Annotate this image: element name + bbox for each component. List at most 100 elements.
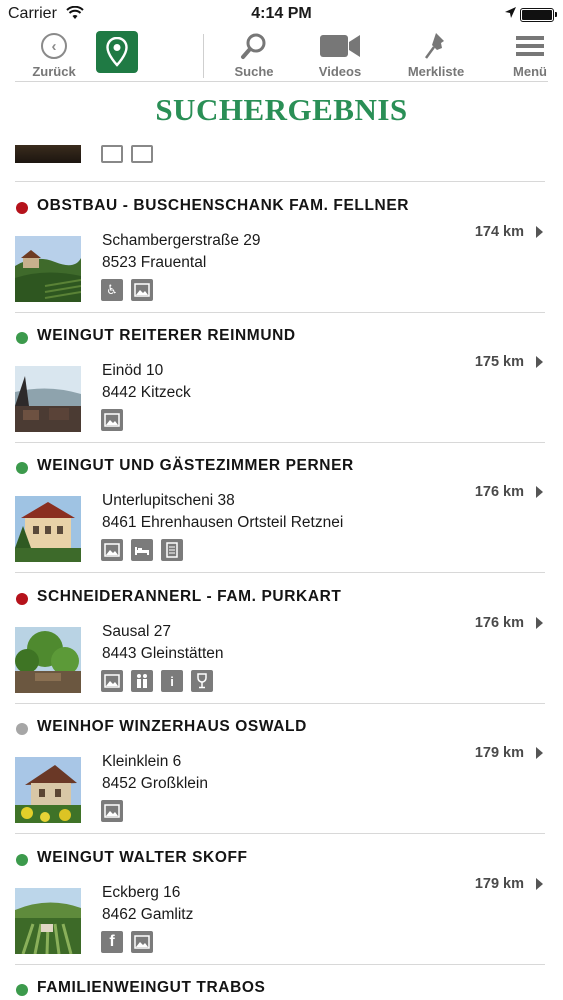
search-label: Suche — [234, 64, 274, 79]
videos-button[interactable]: Videos — [309, 30, 371, 82]
feature-icons: f — [101, 931, 153, 953]
list-item[interactable]: OBSTBAU - BUSCHENSCHANK FAM. FELLNER Sch… — [0, 194, 563, 322]
gallery-icon — [131, 145, 153, 163]
chevron-right-icon — [536, 878, 543, 890]
back-chevron-icon: ‹ — [41, 33, 67, 59]
list-divider — [15, 833, 545, 834]
result-city: 8461 Ehrenhausen Ortsteil Retznei — [102, 514, 344, 531]
list-item[interactable]: SCHNEIDERANNERL - FAM. PURKART Sausal 27… — [0, 585, 563, 713]
wheelchair-icon: ♿ — [101, 279, 123, 301]
status-dot — [16, 202, 28, 214]
result-city: 8442 Kitzeck — [102, 384, 191, 401]
list-item[interactable]: WEINHOF WINZERHAUS OSWALD Kleinklein 6 8… — [0, 715, 563, 843]
search-button[interactable]: Suche — [224, 30, 284, 82]
status-dot — [16, 332, 28, 344]
result-name: WEINGUT WALTER SKOFF — [37, 849, 248, 866]
result-city: 8452 Großklein — [102, 775, 208, 792]
result-name: SCHNEIDERANNERL - FAM. PURKART — [37, 588, 342, 605]
videos-label: Videos — [318, 64, 362, 79]
back-button[interactable]: ‹ Zurück — [24, 30, 84, 82]
list-divider — [15, 572, 545, 573]
status-dot — [16, 462, 28, 474]
list-item[interactable]: FAMILIENWEINGUT TRABOS — [0, 976, 563, 1000]
result-street: Sausal 27 — [102, 623, 171, 640]
status-dot — [16, 984, 28, 996]
gallery-icon — [131, 931, 153, 953]
toolbar-divider — [203, 34, 204, 78]
result-city: 8523 Frauental — [102, 254, 207, 271]
chevron-right-icon — [536, 747, 543, 759]
previous-list-item-partial[interactable] — [15, 145, 545, 165]
app-logo-button[interactable] — [96, 31, 138, 73]
feature-icons — [101, 409, 123, 431]
info-icon: i — [161, 670, 183, 692]
result-thumbnail — [15, 236, 81, 302]
wine-glass-icon — [191, 670, 213, 692]
result-name: FAMILIENWEINGUT TRABOS — [37, 979, 266, 996]
result-distance: 179 km — [474, 876, 524, 892]
status-dot — [16, 854, 28, 866]
list-divider — [15, 964, 545, 965]
location-pin-icon — [106, 37, 128, 67]
status-dot — [16, 723, 28, 735]
result-thumbnail — [15, 496, 81, 562]
location-arrow-icon — [504, 6, 517, 24]
result-street: Einöd 10 — [102, 362, 164, 379]
document-icon — [161, 539, 183, 561]
result-distance: 176 km — [474, 615, 524, 631]
status-time: 4:14 PM — [251, 5, 312, 22]
result-thumbnail — [15, 757, 81, 823]
list-item[interactable]: WEINGUT REITERER REINMUND Einöd 10 8442 … — [0, 324, 563, 452]
bed-icon — [131, 539, 153, 561]
list-item[interactable]: WEINGUT UND GÄSTEZIMMER PERNER Unterlupi… — [0, 454, 563, 582]
chevron-right-icon — [536, 486, 543, 498]
result-distance: 179 km — [474, 745, 524, 761]
family-icon — [131, 670, 153, 692]
result-distance: 174 km — [474, 224, 524, 240]
result-name: WEINHOF WINZERHAUS OSWALD — [37, 718, 307, 735]
page-title: SUCHERGEBNIS — [155, 92, 408, 127]
list-divider — [15, 312, 545, 313]
chevron-right-icon — [536, 617, 543, 629]
battery-icon — [520, 8, 557, 22]
status-dot — [16, 593, 28, 605]
search-icon — [241, 33, 266, 59]
list-divider — [15, 703, 545, 704]
pushpin-icon — [424, 33, 444, 59]
result-street: Schambergerstraße 29 — [102, 232, 261, 249]
feature-icons — [101, 539, 183, 561]
result-city: 8462 Gamlitz — [102, 906, 194, 923]
result-thumbnail — [15, 888, 81, 954]
feature-icons: ♿ — [101, 279, 153, 301]
feature-icons — [101, 800, 123, 822]
result-street: Kleinklein 6 — [102, 753, 182, 770]
status-bar: Carrier 4:14 PM — [0, 0, 563, 30]
result-thumbnail — [15, 145, 81, 163]
gallery-icon — [131, 279, 153, 301]
list-divider — [15, 181, 545, 182]
result-name: WEINGUT UND GÄSTEZIMMER PERNER — [37, 457, 354, 474]
toolbar: ‹ Zurück Suche Videos Merkliste Menü — [0, 30, 563, 82]
gallery-icon — [101, 409, 123, 431]
result-distance: 175 km — [474, 354, 524, 370]
result-name: OBSTBAU - BUSCHENSCHANK FAM. FELLNER — [37, 197, 410, 214]
result-name: WEINGUT REITERER REINMUND — [37, 327, 296, 344]
feature-icons: i — [101, 670, 213, 692]
menu-button[interactable]: Menü — [503, 30, 557, 82]
result-city: 8443 Gleinstätten — [102, 645, 224, 662]
result-street: Unterlupitscheni 38 — [102, 492, 235, 509]
video-camera-icon — [320, 35, 360, 57]
result-thumbnail — [15, 627, 81, 693]
list-item[interactable]: WEINGUT WALTER SKOFF Eckberg 16 8462 Gam… — [0, 846, 563, 974]
hamburger-menu-icon — [516, 36, 544, 56]
chevron-right-icon — [536, 226, 543, 238]
bookmarks-label: Merkliste — [407, 64, 465, 79]
result-thumbnail — [15, 366, 81, 432]
gallery-icon — [101, 539, 123, 561]
result-distance: 176 km — [474, 484, 524, 500]
gallery-icon — [101, 145, 123, 163]
back-label: Zurück — [32, 64, 76, 79]
facebook-icon: f — [101, 931, 123, 953]
bookmarks-button[interactable]: Merkliste — [399, 30, 473, 82]
list-divider — [15, 442, 545, 443]
